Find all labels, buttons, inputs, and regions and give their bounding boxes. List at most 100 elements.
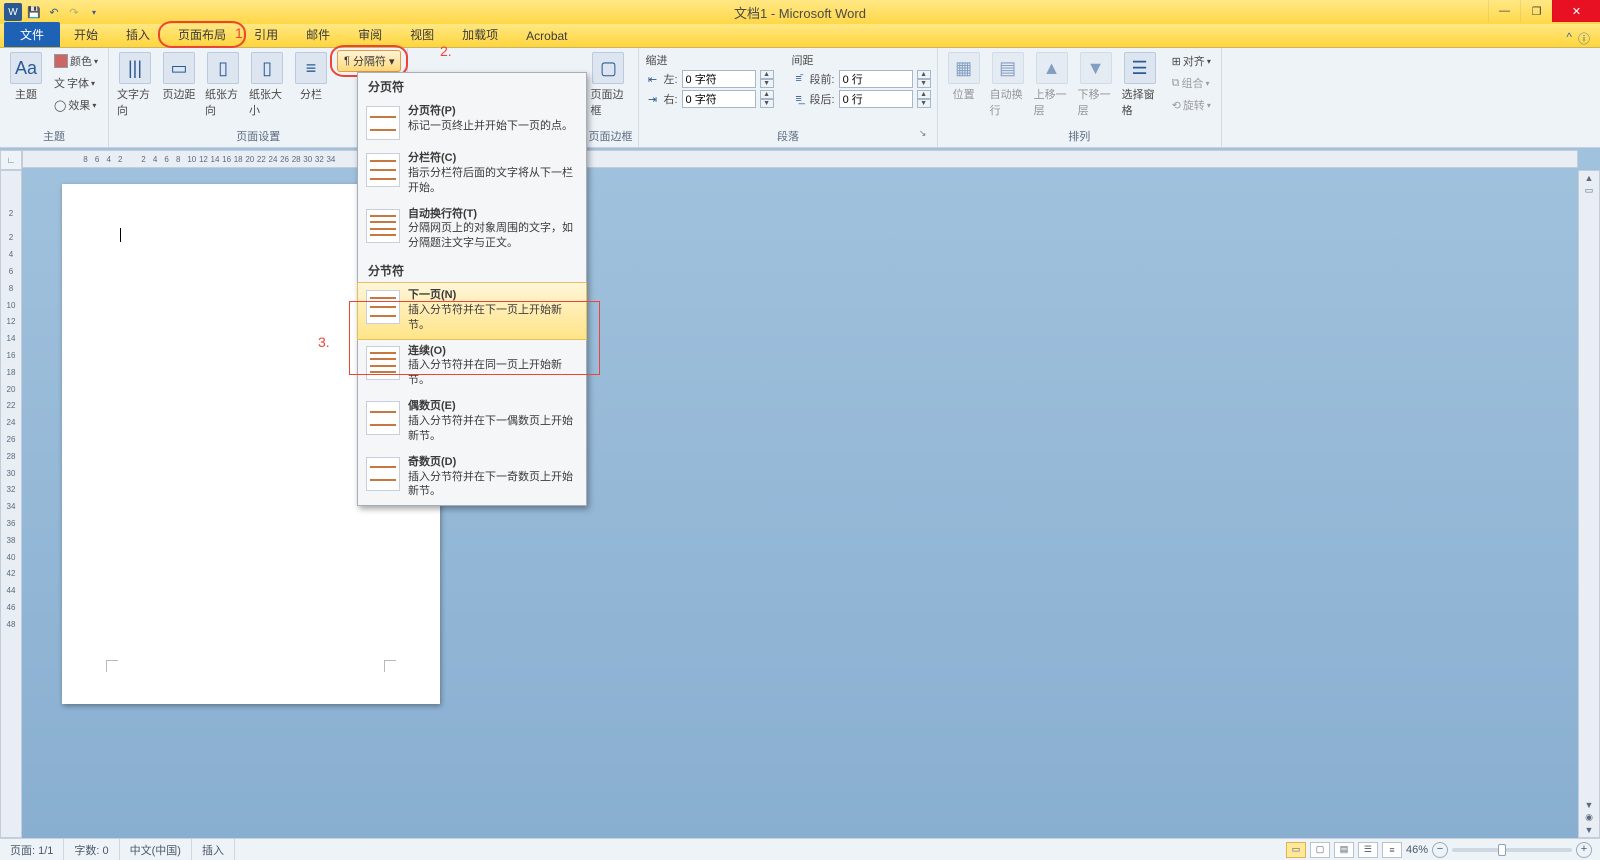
tab-file[interactable]: 文件 xyxy=(4,22,60,47)
menu-page-break[interactable]: 分页符(P)标记一页终止并开始下一页的点。 xyxy=(358,99,586,146)
indent-right-input[interactable] xyxy=(682,90,756,108)
text-direction-icon: ||| xyxy=(119,52,151,84)
zoom-slider[interactable] xyxy=(1452,848,1572,852)
spacing-after-input[interactable] xyxy=(839,90,913,108)
zoom-slider-thumb[interactable] xyxy=(1498,844,1506,856)
zoom-in-button[interactable]: + xyxy=(1576,842,1592,858)
scroll-down-icon[interactable]: ▼ xyxy=(1585,800,1594,810)
save-icon[interactable]: 💾 xyxy=(26,4,42,20)
next-page-icon[interactable]: ▼ xyxy=(1585,825,1594,835)
tab-page-layout[interactable]: 页面布局 xyxy=(164,22,240,47)
minimize-ribbon-icon[interactable]: ^ xyxy=(1566,30,1572,47)
tab-home[interactable]: 开始 xyxy=(60,22,112,47)
selection-pane-button[interactable]: ☰选择窗格 xyxy=(1120,50,1160,118)
tab-acrobat[interactable]: Acrobat xyxy=(512,25,581,47)
indent-header: 缩进 xyxy=(645,52,773,68)
orientation-button[interactable]: ▯纸张方向 xyxy=(203,50,243,118)
spacing-before-up[interactable]: ▲ xyxy=(917,70,931,79)
zoom-level[interactable]: 46% xyxy=(1406,844,1428,856)
close-button[interactable]: ✕ xyxy=(1552,0,1600,22)
help-icon[interactable]: ⓘ xyxy=(1578,30,1590,47)
rotate-button[interactable]: ⟲旋转▾ xyxy=(1168,94,1215,116)
menu-even-page[interactable]: 偶数页(E)插入分节符并在下一偶数页上开始新节。 xyxy=(358,394,586,450)
scroll-up-icon[interactable]: ▲ xyxy=(1585,173,1594,183)
position-button[interactable]: ▦位置 xyxy=(944,50,984,102)
text-wrap-break-icon xyxy=(366,209,400,243)
columns-button[interactable]: ≡分栏 xyxy=(291,50,331,102)
spacing-before-down[interactable]: ▼ xyxy=(917,79,931,88)
page-break-icon xyxy=(366,106,400,140)
size-button[interactable]: ▯纸张大小 xyxy=(247,50,287,118)
group-page-bg-label: 页面边框 xyxy=(588,126,632,147)
view-outline[interactable]: ☰ xyxy=(1358,842,1378,858)
even-page-icon xyxy=(366,401,400,435)
spacing-after-down[interactable]: ▼ xyxy=(917,99,931,108)
bring-forward-button[interactable]: ▲上移一层 xyxy=(1032,50,1072,118)
view-draft[interactable]: ≡ xyxy=(1382,842,1402,858)
titlebar: W 💾 ↶ ↷ ▾ 文档1 - Microsoft Word — ❐ ✕ xyxy=(0,0,1600,24)
indent-left-input[interactable] xyxy=(682,70,756,88)
redo-icon[interactable]: ↷ xyxy=(66,4,82,20)
menu-column-break[interactable]: 分栏符(C)指示分栏符后面的文字将从下一栏开始。 xyxy=(358,146,586,202)
tab-mailings[interactable]: 邮件 xyxy=(292,22,344,47)
view-full-reading[interactable]: ▢ xyxy=(1310,842,1330,858)
menu-text-wrap-break[interactable]: 自动换行符(T)分隔网页上的对象周围的文字，如分隔题注文字与正文。 xyxy=(358,202,586,258)
paragraph-launcher[interactable]: ↘ xyxy=(917,128,929,140)
undo-icon[interactable]: ↶ xyxy=(46,4,62,20)
minimize-button[interactable]: — xyxy=(1488,0,1520,22)
indent-left-down[interactable]: ▼ xyxy=(760,79,774,88)
view-web-layout[interactable]: ▤ xyxy=(1334,842,1354,858)
ruler-corner[interactable]: ∟ xyxy=(0,150,22,170)
status-page[interactable]: 页面: 1/1 xyxy=(0,839,64,860)
tab-insert[interactable]: 插入 xyxy=(112,22,164,47)
margins-icon: ▭ xyxy=(163,52,195,84)
position-icon: ▦ xyxy=(948,52,980,84)
maximize-button[interactable]: ❐ xyxy=(1520,0,1552,22)
page-borders-button[interactable]: ▢页面边框 xyxy=(588,50,628,118)
annotation-2: 2. xyxy=(440,43,452,59)
align-icon: ⊞ xyxy=(1172,55,1181,68)
menu-odd-page[interactable]: 奇数页(D)插入分节符并在下一奇数页上开始新节。 xyxy=(358,450,586,506)
zoom-out-button[interactable]: − xyxy=(1432,842,1448,858)
text-direction-button[interactable]: |||文字方向 xyxy=(115,50,155,118)
vertical-ruler[interactable]: 2246810121416182022242628303234363840424… xyxy=(0,170,22,838)
spacing-before-icon: ≡̄ xyxy=(792,73,806,85)
wrap-text-button[interactable]: ▤自动换行 xyxy=(988,50,1028,118)
fonts-button[interactable]: 文字体▾ xyxy=(50,72,102,94)
status-language[interactable]: 中文(中国) xyxy=(120,839,192,860)
tab-review[interactable]: 审阅 xyxy=(344,22,396,47)
tab-addins[interactable]: 加载项 xyxy=(448,22,512,47)
ruler-toggle-icon[interactable]: ▭ xyxy=(1585,185,1594,196)
colors-button[interactable]: 颜色▾ xyxy=(50,50,102,72)
prev-page-icon[interactable]: ◉ xyxy=(1585,812,1593,823)
page-borders-icon: ▢ xyxy=(592,52,624,84)
menu-next-page[interactable]: 下一页(N)插入分节符并在下一页上开始新节。 xyxy=(357,282,587,340)
indent-right-down[interactable]: ▼ xyxy=(760,99,774,108)
align-button[interactable]: ⊞对齐▾ xyxy=(1168,50,1215,72)
group-button[interactable]: ⧉组合▾ xyxy=(1168,72,1215,94)
indent-left-up[interactable]: ▲ xyxy=(760,70,774,79)
spacing-before-input[interactable] xyxy=(839,70,913,88)
effects-button[interactable]: ◯效果▾ xyxy=(50,94,102,116)
horizontal-ruler[interactable]: 8642246810121416182022242628303234 xyxy=(22,150,1578,168)
indent-right-up[interactable]: ▲ xyxy=(760,90,774,99)
status-word-count[interactable]: 字数: 0 xyxy=(64,839,119,860)
menu-continuous[interactable]: 连续(O)插入分节符并在同一页上开始新节。 xyxy=(358,339,586,395)
breaks-button[interactable]: ¶ 分隔符 ▾ xyxy=(337,50,401,72)
window-buttons: — ❐ ✕ xyxy=(1488,0,1600,22)
ribbon: Aa 主题 颜色▾ 文字体▾ ◯效果▾ 主题 |||文字方向 ▭页边距 ▯纸张方… xyxy=(0,48,1600,148)
vertical-scrollbar[interactable]: ▲ ▭ ▼ ◉ ▼ xyxy=(1578,170,1600,838)
margins-button[interactable]: ▭页边距 xyxy=(159,50,199,102)
themes-button[interactable]: Aa 主题 xyxy=(6,50,46,102)
tab-references[interactable]: 引用 xyxy=(240,22,292,47)
caret-down-icon: ▾ xyxy=(389,55,395,68)
breaks-icon: ¶ xyxy=(344,55,350,67)
send-backward-button[interactable]: ▼下移一层 xyxy=(1076,50,1116,118)
view-print-layout[interactable]: ▭ xyxy=(1286,842,1306,858)
annotation-1: 1. xyxy=(235,25,247,41)
spacing-after-up[interactable]: ▲ xyxy=(917,90,931,99)
breaks-label: 分隔符 xyxy=(353,53,386,69)
continuous-icon xyxy=(366,346,400,380)
status-mode[interactable]: 插入 xyxy=(192,839,235,860)
qat-more-icon[interactable]: ▾ xyxy=(86,4,102,20)
